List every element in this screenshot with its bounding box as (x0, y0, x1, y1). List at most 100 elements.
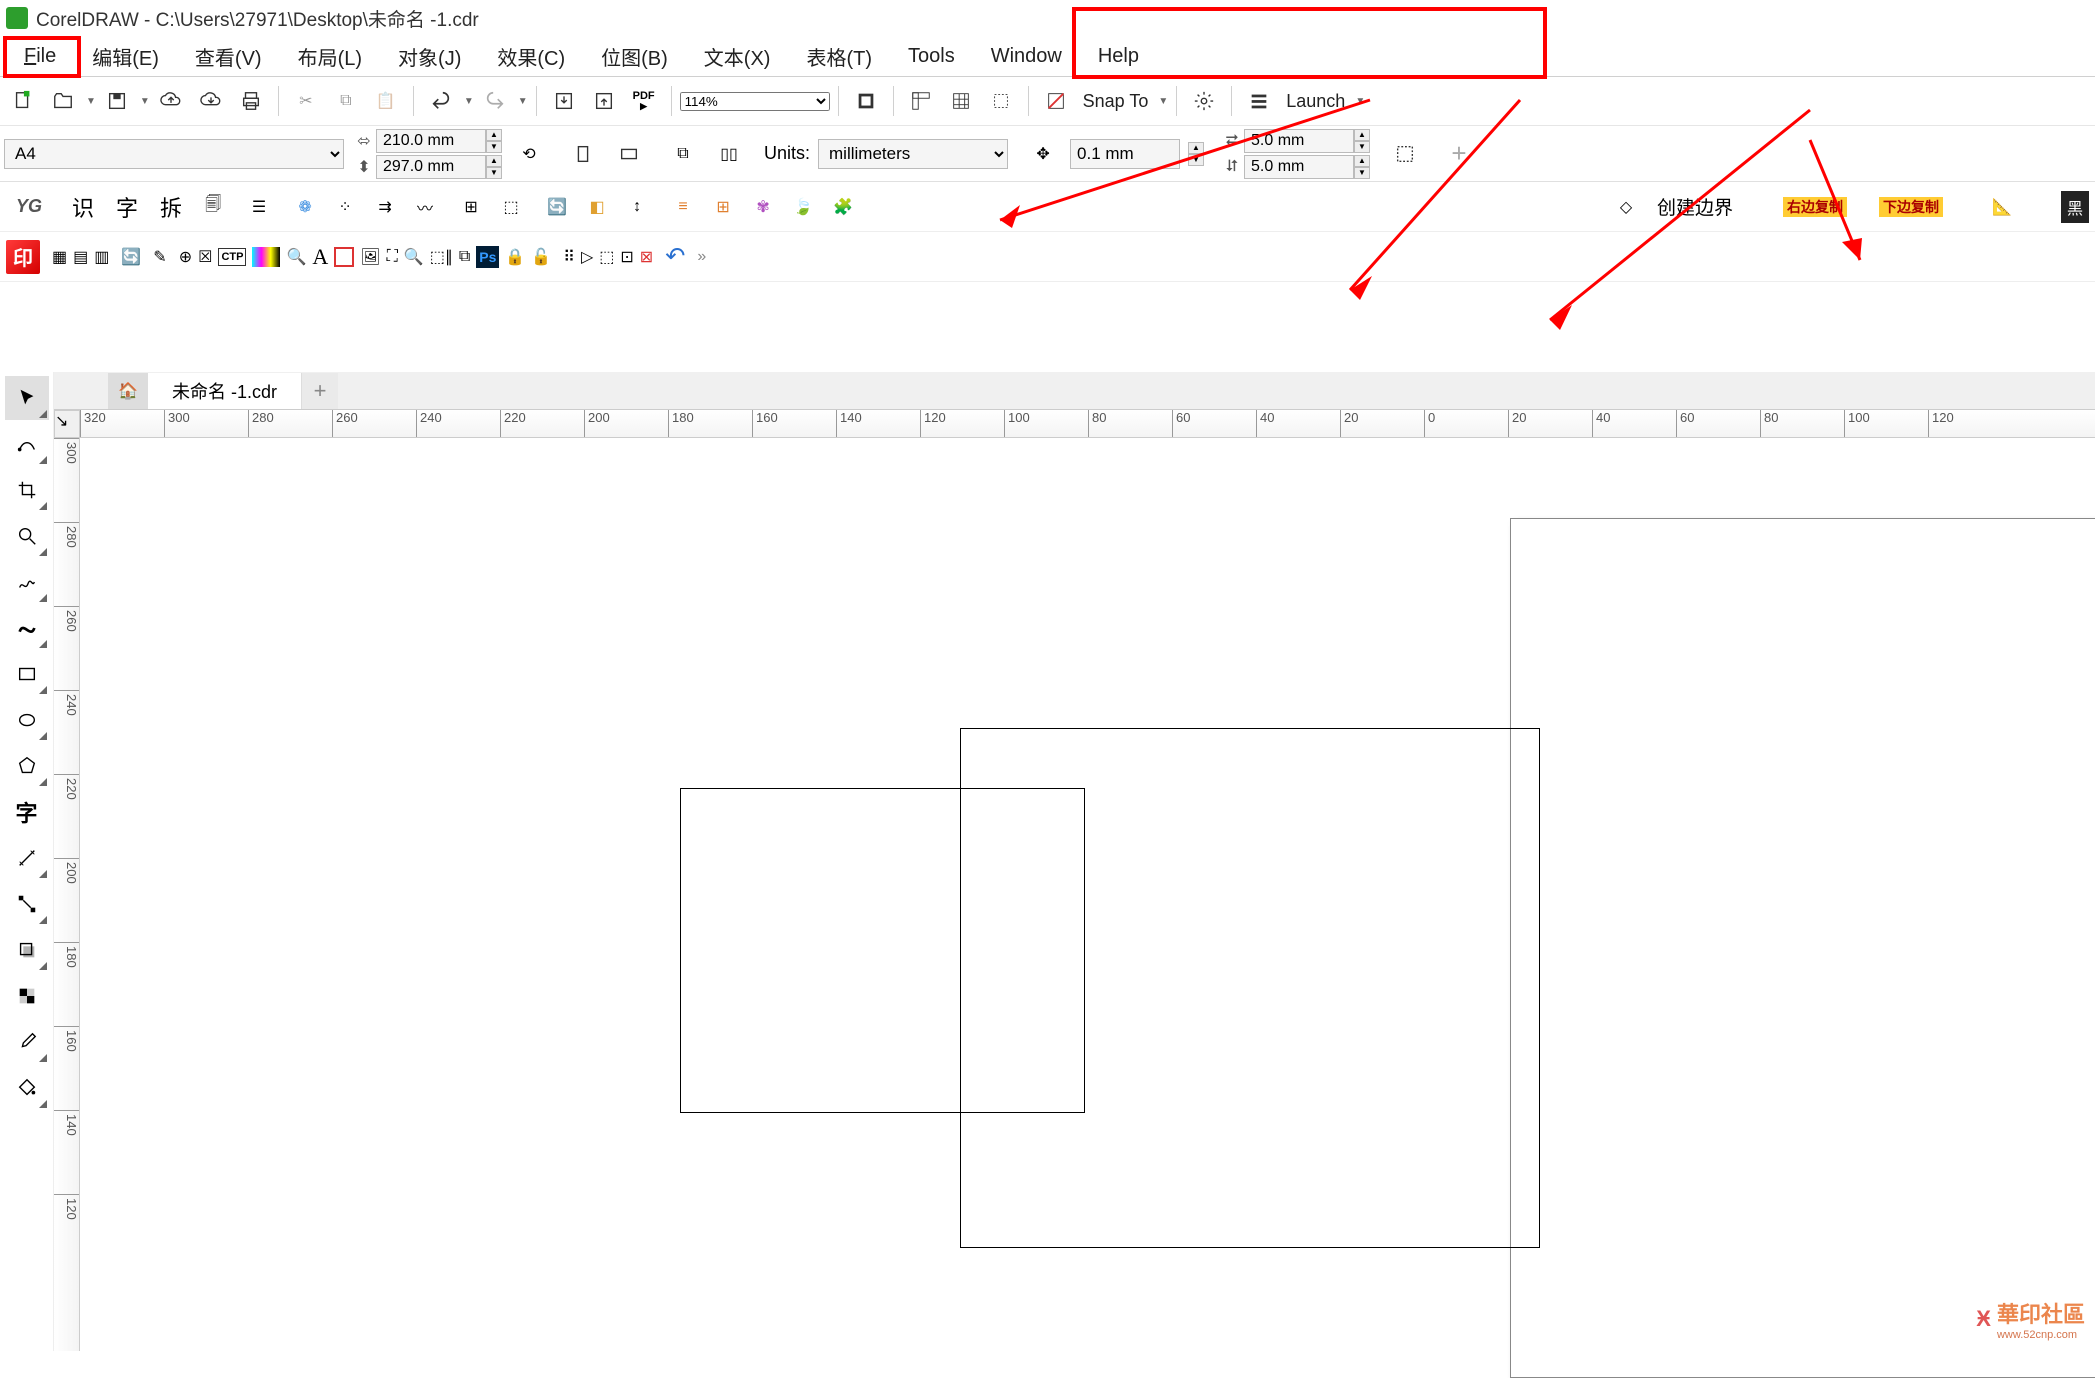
snap-dropdown[interactable]: ▼ (1158, 96, 1168, 107)
snap-off-icon[interactable] (1037, 82, 1075, 120)
nudge-icon[interactable]: ✥ (1024, 135, 1062, 173)
p2-grid3-icon[interactable]: ▥ (94, 247, 109, 267)
launch-dropdown[interactable]: ▼ (1355, 96, 1365, 107)
print-button[interactable] (232, 82, 270, 120)
shape-tool[interactable] (5, 422, 49, 466)
fullscreen-icon[interactable] (847, 82, 885, 120)
zoom-tool[interactable] (5, 514, 49, 558)
yg-ruler-icon[interactable]: 📐 (1985, 190, 2019, 224)
p2-expand-icon[interactable]: ⛶ (387, 248, 398, 266)
yg-stack-icon[interactable]: 🗐 (196, 190, 230, 224)
canvas[interactable] (80, 438, 2095, 1351)
nudge-input[interactable] (1070, 139, 1180, 169)
zoom-select[interactable]: 114% (680, 92, 830, 111)
p2-undo-icon[interactable]: ↶ (665, 242, 685, 271)
yg-puzzle-icon[interactable]: 🧩 (826, 190, 860, 224)
menu-bitmap[interactable]: 位图(B) (583, 38, 686, 75)
p2-grid1-icon[interactable]: ▦ (52, 247, 67, 267)
badge-copy-down[interactable]: 下边复制 (1879, 197, 1943, 217)
portrait-icon[interactable] (564, 135, 602, 173)
page-frame-icon[interactable] (1386, 135, 1424, 173)
open-button[interactable] (44, 82, 82, 120)
p2-marks-icon[interactable]: ☒ (198, 247, 212, 267)
guidelines-icon[interactable] (982, 82, 1020, 120)
redo-button[interactable] (476, 82, 514, 120)
save-button[interactable] (98, 82, 136, 120)
spin-up[interactable]: ▲ (486, 129, 502, 141)
grid-icon[interactable] (942, 82, 980, 120)
yg-grid-orange-icon[interactable]: ⊞ (706, 190, 740, 224)
crop-tool[interactable] (5, 468, 49, 512)
undo-dropdown[interactable]: ▼ (464, 96, 474, 107)
spin-up[interactable]: ▲ (1354, 155, 1370, 167)
new-button[interactable] (4, 82, 42, 120)
export-button[interactable] (585, 82, 623, 120)
spin-up[interactable]: ▲ (486, 155, 502, 167)
yg-black-badge[interactable]: 黑 (2061, 191, 2089, 223)
p2-sync-icon[interactable]: 🔄 (121, 247, 141, 267)
yg-flower-icon[interactable]: ❁ (288, 190, 322, 224)
parallel-dim-tool[interactable] (5, 836, 49, 880)
yg-marquee-icon[interactable]: ⬚ (494, 190, 528, 224)
menu-view[interactable]: 查看(V) (177, 38, 280, 75)
yg-step-icon[interactable]: ⇉ (368, 190, 402, 224)
home-tab-icon[interactable]: 🏠 (108, 373, 148, 409)
menu-file[interactable]: File (6, 41, 74, 72)
dup-x-input[interactable] (1244, 129, 1354, 153)
p2-redbox-icon[interactable] (334, 247, 354, 267)
menu-object[interactable]: 对象(J) (380, 38, 479, 75)
landscape-icon[interactable] (610, 135, 648, 173)
p2-photoshop-icon[interactable]: Ps (476, 246, 499, 268)
menu-edit[interactable]: 编辑(E) (74, 38, 177, 75)
p2-text-a-icon[interactable]: A (312, 244, 328, 270)
redo-dropdown[interactable]: ▼ (518, 96, 528, 107)
menu-help[interactable]: Help (1080, 41, 1157, 72)
yg-swap-icon[interactable]: 🔄 (540, 190, 574, 224)
yg-shi[interactable]: 识 (64, 187, 102, 227)
ellipse-tool[interactable] (5, 698, 49, 742)
freehand-tool[interactable] (5, 560, 49, 604)
copy-button[interactable]: ⧉ (327, 82, 365, 120)
polygon-tool[interactable] (5, 744, 49, 788)
page-size-select[interactable]: A4 (4, 139, 344, 169)
spin-down[interactable]: ▼ (1354, 141, 1370, 153)
undo-button[interactable] (422, 82, 460, 120)
p2-cmyk-icon[interactable] (252, 247, 280, 267)
p2-target-icon[interactable]: ⊕ (179, 247, 192, 267)
yg-plus-dots-icon[interactable]: ⁘ (328, 190, 362, 224)
horizontal-ruler[interactable]: 3203002802602402202001801601401201008060… (80, 410, 2095, 438)
snap-to-button[interactable]: Snap To (1077, 91, 1155, 112)
p2-unlock-icon[interactable]: 🔓 (531, 247, 551, 267)
connector-tool[interactable] (5, 882, 49, 926)
eyedropper-tool[interactable] (5, 1020, 49, 1064)
rectangle-tool[interactable] (5, 652, 49, 696)
transparency-tool[interactable] (5, 974, 49, 1018)
fill-tool[interactable] (5, 1066, 49, 1110)
yg-list-icon[interactable]: ☰ (242, 190, 276, 224)
yg-arrow-icon[interactable]: ↕ (620, 190, 654, 224)
p2-picture-icon[interactable]: 🖼 (360, 247, 380, 267)
units-select[interactable]: millimeters (818, 139, 1008, 169)
p2-select-all-icon[interactable]: ⬚ (599, 247, 614, 267)
import-button[interactable] (545, 82, 583, 120)
drawn-rectangle-small[interactable] (680, 788, 1085, 1113)
add-preset-icon[interactable]: + (1440, 135, 1478, 173)
text-tool[interactable]: 字 (5, 790, 49, 834)
boundary-icon[interactable]: ◇ (1609, 190, 1643, 224)
p2-triangle-icon[interactable]: ▷ (581, 247, 593, 267)
yg-blob-icon[interactable]: ✾ (746, 190, 780, 224)
badge-copy-right[interactable]: 右边复制 (1783, 197, 1847, 217)
p2-lock-icon[interactable]: 🔒 (505, 247, 525, 267)
p2-more-icon[interactable]: » (697, 248, 706, 266)
menu-effect[interactable]: 效果(C) (479, 38, 583, 75)
page-height-input[interactable] (376, 155, 486, 179)
paste-button[interactable]: 📋 (367, 82, 405, 120)
menu-layout[interactable]: 布局(L) (280, 38, 380, 75)
auto-fit-icon[interactable]: ⟲ (510, 135, 548, 173)
spin-down[interactable]: ▼ (1354, 167, 1370, 179)
p2-dots-icon[interactable]: ⠿ (563, 247, 575, 267)
menu-window[interactable]: Window (973, 41, 1080, 72)
menu-tools[interactable]: Tools (890, 41, 973, 72)
spin-down[interactable]: ▼ (486, 141, 502, 153)
vertical-ruler[interactable]: 300280260240220200180160140120 (54, 438, 80, 1351)
